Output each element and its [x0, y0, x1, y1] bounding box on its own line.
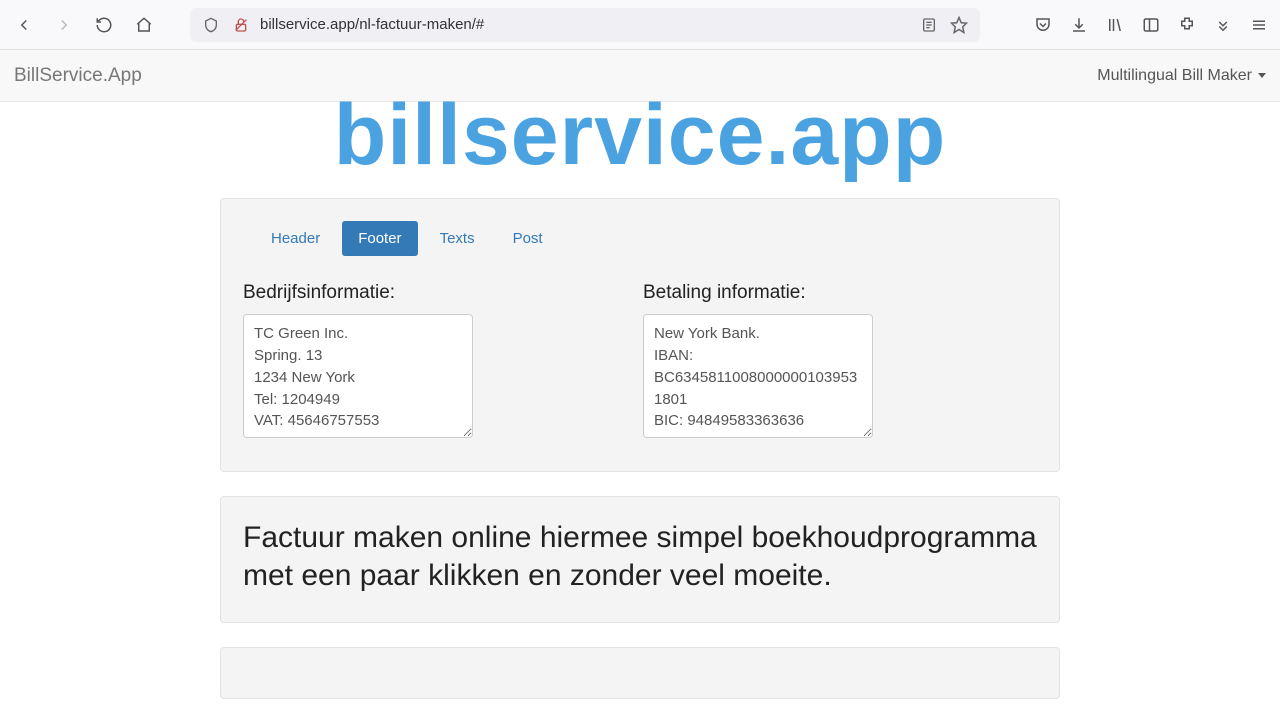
- payment-info-textarea[interactable]: [643, 314, 873, 438]
- payment-info-label: Betaling informatie:: [643, 282, 873, 304]
- reload-button[interactable]: [90, 11, 118, 39]
- sidebar-icon[interactable]: [1140, 14, 1162, 36]
- chevron-down-icon: [1258, 73, 1266, 78]
- overflow-icon[interactable]: [1212, 14, 1234, 36]
- nav-dropdown-label: Multilingual Bill Maker: [1097, 67, 1252, 85]
- reader-mode-icon[interactable]: [918, 14, 940, 36]
- library-icon[interactable]: [1104, 14, 1126, 36]
- menu-icon[interactable]: [1248, 14, 1270, 36]
- url-bar[interactable]: billservice.app/nl-factuur-maken/#: [190, 8, 980, 42]
- forward-button[interactable]: [50, 11, 78, 39]
- bookmark-star-icon[interactable]: [948, 14, 970, 36]
- tab-post[interactable]: Post: [497, 221, 559, 256]
- nav-dropdown[interactable]: Multilingual Bill Maker: [1097, 67, 1266, 85]
- back-button[interactable]: [10, 11, 38, 39]
- pocket-icon[interactable]: [1032, 14, 1054, 36]
- footer-panel: Header Footer Texts Post Bedrijfsinforma…: [220, 198, 1060, 472]
- tab-footer[interactable]: Footer: [342, 221, 417, 256]
- hero-title: billservice.app: [0, 90, 1280, 180]
- shield-icon: [200, 14, 222, 36]
- downloads-icon[interactable]: [1068, 14, 1090, 36]
- company-info-label: Bedrijfsinformatie:: [243, 282, 473, 304]
- description-panel: Factuur maken online hiermee simpel boek…: [220, 496, 1060, 623]
- extensions-icon[interactable]: [1176, 14, 1198, 36]
- home-button[interactable]: [130, 11, 158, 39]
- company-info-textarea[interactable]: [243, 314, 473, 438]
- tabs: Header Footer Texts Post: [255, 221, 1037, 256]
- next-panel: [220, 647, 1060, 699]
- tab-header[interactable]: Header: [255, 221, 336, 256]
- lock-insecure-icon: [230, 14, 252, 36]
- brand[interactable]: BillService.App: [14, 65, 142, 87]
- description-text: Factuur maken online hiermee simpel boek…: [243, 519, 1037, 594]
- browser-toolbar: billservice.app/nl-factuur-maken/#: [0, 0, 1280, 50]
- url-text: billservice.app/nl-factuur-maken/#: [260, 16, 484, 33]
- tab-texts[interactable]: Texts: [424, 221, 491, 256]
